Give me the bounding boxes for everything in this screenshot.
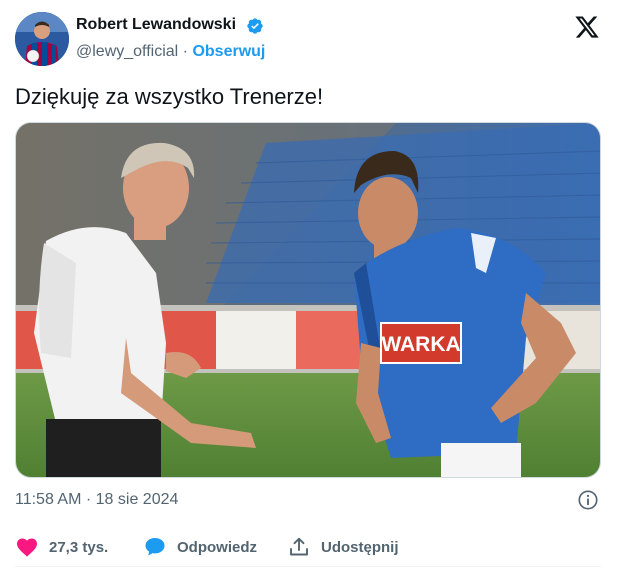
shirt-sponsor-text: WARKA	[381, 333, 460, 356]
author-handle[interactable]: @lewy_official	[76, 43, 178, 60]
follow-button[interactable]: Obserwuj	[192, 43, 265, 60]
heart-icon	[17, 538, 37, 557]
like-button[interactable]: 27,3 tys.	[15, 535, 108, 559]
divider	[15, 566, 601, 567]
tweet-photo[interactable]: WARKA	[15, 122, 601, 478]
tweet-text: Dziękuję za wszystko Trenerze!	[15, 84, 324, 109]
speech-bubble-icon	[145, 538, 165, 556]
share-button[interactable]: Udostępnij	[287, 535, 399, 559]
reply-button[interactable]: Odpowiedz	[143, 535, 257, 559]
tweet-date: 18 sie 2024	[95, 491, 179, 508]
tweet-timestamp[interactable]: 11:58 AM · 18 sie 2024	[15, 491, 178, 509]
author-handle-row: @lewy_official · Obserwuj	[76, 43, 265, 61]
handle-separator: ·	[182, 43, 188, 60]
x-logo-icon[interactable]	[574, 14, 600, 40]
info-icon[interactable]	[577, 489, 599, 511]
like-count: 27,3 tys.	[49, 538, 109, 556]
author-name[interactable]: Robert Lewandowski	[76, 16, 236, 34]
meta-separator: ·	[85, 491, 92, 508]
tweet-card: Robert Lewandowski @lewy_official · Obse…	[0, 0, 620, 570]
reply-label: Odpowiedz	[177, 538, 257, 556]
verified-badge-icon	[247, 18, 263, 34]
tweet-actions: 27,3 tys. Odpowiedz Udostępnij	[15, 535, 605, 559]
share-upload-icon	[290, 537, 308, 556]
photo-illustration: WARKA	[16, 123, 600, 477]
tweet-time: 11:58 AM	[15, 491, 82, 508]
share-label: Udostępnij	[321, 538, 399, 556]
avatar[interactable]	[15, 12, 69, 66]
